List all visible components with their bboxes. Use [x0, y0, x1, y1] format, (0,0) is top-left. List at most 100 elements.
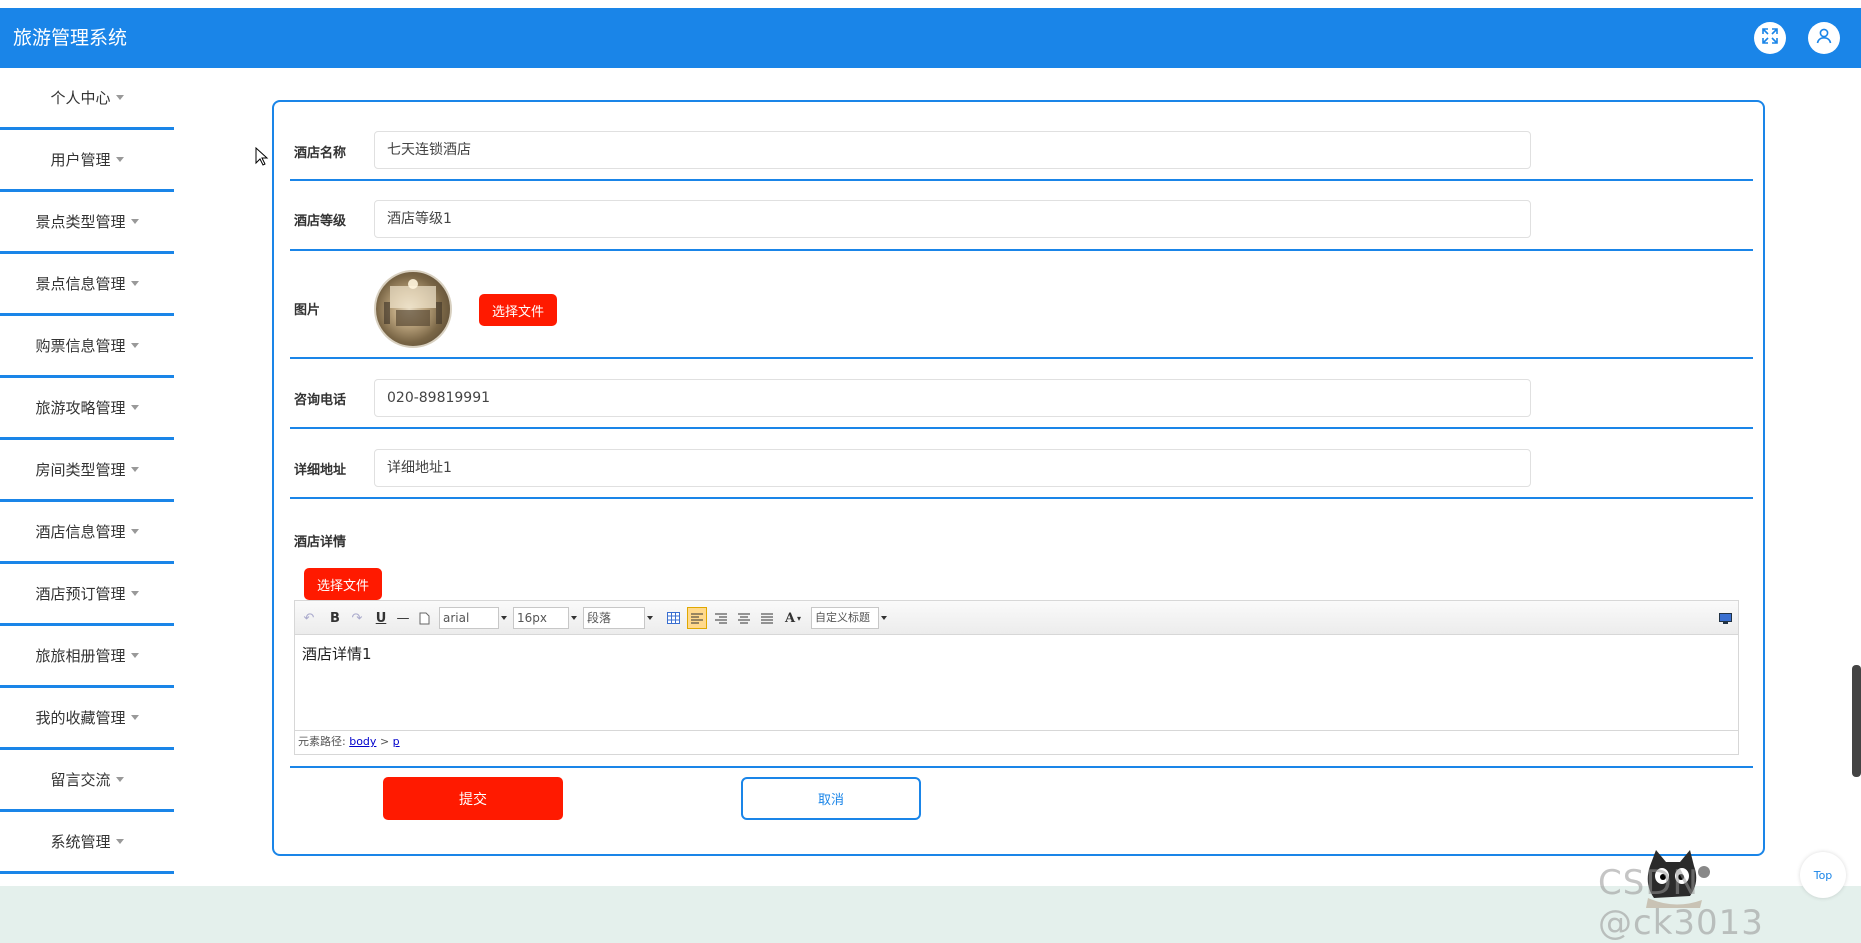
fullscreen-button[interactable] — [1754, 22, 1786, 54]
caret-down-icon — [130, 529, 139, 534]
sidebar-item-hotel-booking[interactable]: 酒店预订管理 — [0, 564, 174, 626]
sidebar-item-label: 购票信息管理 — [35, 337, 126, 355]
cancel-button[interactable]: 取消 — [741, 777, 921, 820]
paragraph-value: 段落 — [587, 611, 612, 625]
sidebar-item-scenic-info[interactable]: 景点信息管理 — [0, 254, 174, 316]
form-row-image: 图片 选择文件 — [290, 251, 1753, 359]
caret-down-icon — [130, 467, 139, 472]
align-left-icon[interactable] — [687, 607, 707, 629]
font-family-value: arial — [443, 611, 470, 625]
custom-title-select[interactable]: 自定义标题 — [811, 607, 887, 629]
caret-down-icon — [130, 653, 139, 658]
app-title: 旅游管理系统 — [13, 27, 128, 49]
user-icon — [1815, 27, 1833, 49]
dropdown-arrow-icon — [881, 616, 887, 620]
sidebar-item-system[interactable]: 系统管理 — [0, 812, 174, 874]
sidebar-item-label: 用户管理 — [50, 151, 111, 169]
dropdown-arrow-icon — [571, 616, 577, 620]
back-to-top-button[interactable]: Top — [1800, 852, 1846, 898]
address-input[interactable]: 详细地址1 — [374, 449, 1531, 487]
app-header: 旅游管理系统 — [0, 8, 1861, 68]
phone-input[interactable]: 020-89819991 — [374, 379, 1531, 417]
sidebar-item-label: 景点信息管理 — [35, 275, 126, 293]
hotel-name-input[interactable]: 七天连锁酒店 — [374, 131, 1531, 169]
sidebar-item-label: 景点类型管理 — [35, 213, 126, 231]
undo-icon[interactable]: ↶ — [301, 607, 317, 629]
align-right-icon[interactable] — [713, 607, 729, 629]
paragraph-select[interactable]: 段落 — [583, 607, 653, 629]
scrollbar-thumb[interactable] — [1852, 665, 1861, 777]
preview-icon[interactable] — [1717, 607, 1733, 629]
caret-down-icon — [130, 405, 139, 410]
fullscreen-icon — [1761, 27, 1779, 49]
hotel-name-label: 酒店名称 — [294, 146, 347, 161]
sidebar-item-personal-center[interactable]: 个人中心 — [0, 68, 174, 130]
align-center-icon[interactable] — [736, 607, 752, 629]
dropdown-arrow-icon — [501, 616, 507, 620]
caret-down-icon — [130, 281, 139, 286]
hotel-image-thumbnail — [374, 270, 452, 348]
editor-content[interactable]: 酒店详情1 — [295, 635, 1738, 730]
font-size-value: 16px — [517, 611, 547, 625]
font-color-icon[interactable]: A ▾ — [783, 607, 803, 629]
sidebar-item-label: 酒店信息管理 — [35, 523, 126, 541]
submit-button[interactable]: 提交 — [383, 777, 563, 820]
sidebar-item-label: 我的收藏管理 — [35, 709, 126, 727]
form-row-phone: 咨询电话 020-89819991 — [290, 359, 1753, 429]
page-icon[interactable] — [417, 607, 431, 629]
sidebar: 个人中心 用户管理 景点类型管理 景点信息管理 购票信息管理 旅游攻略管理 房间… — [0, 68, 174, 874]
sidebar-item-guides[interactable]: 旅游攻略管理 — [0, 378, 174, 440]
sidebar-item-label: 个人中心 — [50, 89, 111, 107]
editor-toolbar: ↶ B ↷ U — arial 16px 段落 A ▾ 自定义标题 — [295, 601, 1738, 635]
sidebar-item-scenic-types[interactable]: 景点类型管理 — [0, 192, 174, 254]
caret-down-icon — [130, 219, 139, 224]
caret-down-icon — [115, 839, 124, 844]
table-icon[interactable] — [665, 607, 681, 629]
caret-down-icon — [115, 95, 124, 100]
sidebar-item-favorites[interactable]: 我的收藏管理 — [0, 688, 174, 750]
redo-icon[interactable]: ↷ — [349, 607, 365, 629]
form-row-hotel-level: 酒店等级 酒店等级1 — [290, 181, 1753, 251]
bold-icon[interactable]: B — [327, 607, 343, 629]
rich-text-editor: ↶ B ↷ U — arial 16px 段落 A ▾ 自定义标题 酒店详情1 … — [294, 600, 1739, 755]
caret-down-icon — [115, 777, 124, 782]
divider — [290, 766, 1753, 768]
path-separator: > — [379, 735, 390, 748]
sidebar-item-label: 旅游攻略管理 — [35, 399, 126, 417]
sidebar-item-tickets[interactable]: 购票信息管理 — [0, 316, 174, 378]
top-strip — [0, 0, 1861, 8]
hotel-level-label: 酒店等级 — [294, 214, 347, 229]
underline-icon[interactable]: U — [373, 607, 389, 629]
path-body-link[interactable]: body — [349, 735, 376, 748]
font-family-select[interactable]: arial — [439, 607, 507, 629]
address-label: 详细地址 — [294, 463, 347, 478]
align-justify-icon[interactable] — [759, 607, 775, 629]
sidebar-item-albums[interactable]: 旅旅相册管理 — [0, 626, 174, 688]
caret-down-icon — [130, 343, 139, 348]
form-row-address: 详细地址 详细地址1 — [290, 429, 1753, 499]
dropdown-arrow-icon — [647, 616, 653, 620]
sidebar-item-label: 留言交流 — [50, 771, 111, 789]
sidebar-item-room-types[interactable]: 房间类型管理 — [0, 440, 174, 502]
element-path-bar: 元素路径: body > p — [295, 730, 1738, 754]
image-label: 图片 — [294, 303, 321, 318]
form-row-hotel-name: 酒店名称 七天连锁酒店 — [290, 102, 1753, 181]
details-upload-button[interactable]: 选择文件 — [304, 568, 382, 600]
sidebar-item-hotel-info[interactable]: 酒店信息管理 — [0, 502, 174, 564]
user-button[interactable] — [1808, 22, 1840, 54]
bottom-band — [0, 886, 1861, 918]
details-label: 酒店详情 — [294, 535, 347, 550]
choose-image-button[interactable]: 选择文件 — [479, 294, 557, 326]
sidebar-item-label: 系统管理 — [50, 833, 111, 851]
hotel-level-input[interactable]: 酒店等级1 — [374, 200, 1531, 238]
path-p-link[interactable]: p — [393, 735, 400, 748]
caret-down-icon — [130, 591, 139, 596]
horizontal-rule-icon[interactable]: — — [395, 607, 411, 629]
sidebar-item-users[interactable]: 用户管理 — [0, 130, 174, 192]
font-size-select[interactable]: 16px — [513, 607, 577, 629]
sidebar-item-messages[interactable]: 留言交流 — [0, 750, 174, 812]
custom-title-value: 自定义标题 — [815, 611, 870, 624]
sidebar-item-label: 房间类型管理 — [35, 461, 126, 479]
mouse-cursor-icon — [255, 146, 269, 171]
sidebar-item-label: 旅旅相册管理 — [35, 647, 126, 665]
